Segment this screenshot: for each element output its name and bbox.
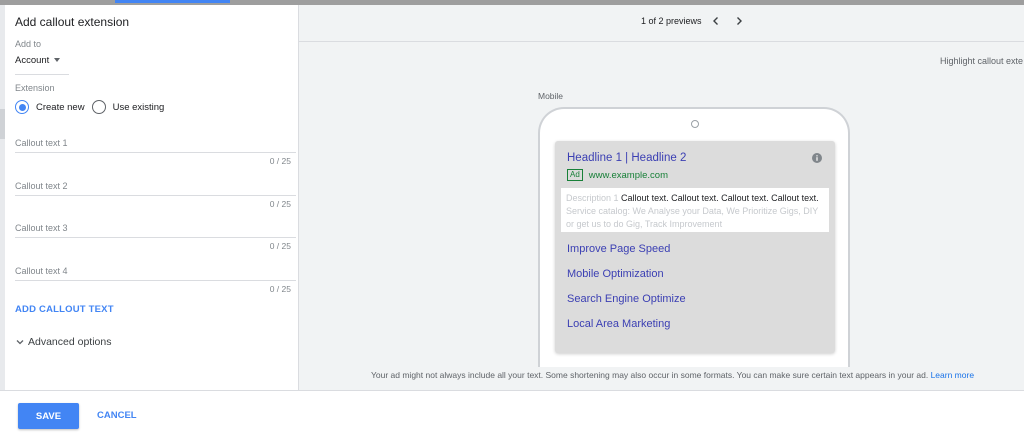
disclaimer-text: Your ad might not always include all you… <box>371 370 929 380</box>
cancel-button[interactable]: CANCEL <box>97 410 137 421</box>
ad-description: Description 1 Callout text. Callout text… <box>561 188 829 232</box>
radio-checked-icon[interactable] <box>15 100 29 114</box>
field-underline <box>15 280 296 281</box>
ad-url-line: Ad www.example.com <box>567 169 668 181</box>
panel-title: Add callout extension <box>15 15 130 29</box>
ad-preview-area: 1 of 2 previews Highlight callout exte M… <box>299 5 1024 390</box>
add-to-value: Account <box>15 55 50 66</box>
description-rest: Service catalog: We Analyse your Data, W… <box>566 206 819 229</box>
callout-text-4-field[interactable]: Callout text 4 0 / 25 <box>15 266 296 302</box>
char-counter: 0 / 25 <box>269 156 291 166</box>
callout-text-3-label: Callout text 3 <box>15 223 68 233</box>
add-callout-text-button[interactable]: ADD CALLOUT TEXT <box>15 304 114 315</box>
char-counter: 0 / 25 <box>269 241 291 251</box>
ad-display-url: www.example.com <box>588 169 668 181</box>
ad-card: Headline 1 | Headline 2 Ad www.example.c… <box>555 141 835 353</box>
char-counter: 0 / 25 <box>269 199 291 209</box>
extension-label: Extension <box>15 83 55 93</box>
device-label: Mobile <box>538 91 564 101</box>
radio-unchecked-icon[interactable] <box>91 100 106 114</box>
learn-more-link[interactable]: Learn more <box>931 370 974 380</box>
callout-text-4-label: Callout text 4 <box>15 266 68 276</box>
callout-text-2-field[interactable]: Callout text 2 0 / 25 <box>15 181 296 217</box>
dropdown-caret-icon <box>54 58 61 62</box>
ad-headline[interactable]: Headline 1 | Headline 2 <box>567 152 686 164</box>
char-counter: 0 / 25 <box>269 284 291 294</box>
dialog-footer: SAVE CANCEL <box>0 390 1024 435</box>
field-underline <box>15 152 296 153</box>
chevron-down-icon <box>16 340 24 345</box>
preview-pager-text: 1 of 2 previews <box>641 16 702 26</box>
radio-create-new-label[interactable]: Create new <box>36 102 85 113</box>
callout-form-panel: Add callout extension Add to Account Ext… <box>5 5 299 390</box>
add-to-select[interactable]: Account <box>15 55 69 75</box>
radio-use-existing-label[interactable]: Use existing <box>113 102 165 113</box>
save-button[interactable]: SAVE <box>18 403 79 429</box>
chevron-right-icon[interactable] <box>733 15 745 27</box>
chevron-left-icon[interactable] <box>710 15 722 27</box>
callout-text-highlight: Callout text. Callout text. Callout text… <box>621 193 819 203</box>
field-underline <box>15 237 296 238</box>
add-to-label: Add to <box>15 39 42 49</box>
sitelink-item[interactable]: Search Engine Optimize <box>567 293 686 305</box>
advanced-options-label: Advanced options <box>28 336 112 348</box>
callout-text-1-field[interactable]: Callout text 1 0 / 25 <box>15 138 296 174</box>
sitelink-item[interactable]: Mobile Optimization <box>567 268 664 280</box>
active-tab-indicator <box>115 0 230 3</box>
callout-text-2-label: Callout text 2 <box>15 181 68 191</box>
field-underline <box>15 195 296 196</box>
callout-text-3-field[interactable]: Callout text 3 0 / 25 <box>15 223 296 259</box>
phone-speaker <box>691 120 699 128</box>
ad-badge: Ad <box>567 169 583 181</box>
sitelink-item[interactable]: Local Area Marketing <box>567 318 670 330</box>
preview-disclaimer: Your ad might not always include all you… <box>371 370 974 380</box>
advanced-options-toggle[interactable]: Advanced options <box>15 336 111 348</box>
description-prefix: Description 1 <box>566 193 619 203</box>
sitelink-item[interactable]: Improve Page Speed <box>567 243 670 255</box>
info-icon[interactable] <box>812 153 822 163</box>
highlight-callout-label: Highlight callout exte <box>940 56 1024 66</box>
preview-header: 1 of 2 previews <box>299 5 1024 42</box>
callout-text-1-label: Callout text 1 <box>15 138 68 148</box>
extension-radio-group: Create new Use existing <box>15 100 171 114</box>
mobile-phone-frame: Headline 1 | Headline 2 Ad www.example.c… <box>538 107 850 367</box>
